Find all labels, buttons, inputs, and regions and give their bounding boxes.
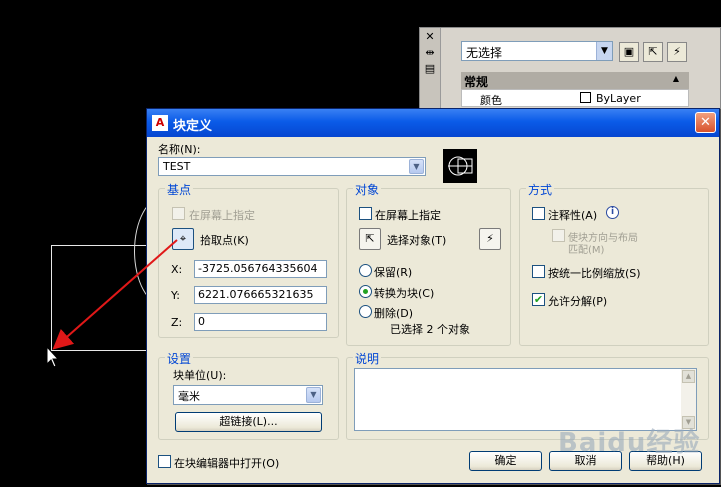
annotation-arrow: [52, 239, 178, 350]
mouse-cursor-icon: [46, 345, 60, 368]
annotation-overlay: [46, 239, 178, 368]
